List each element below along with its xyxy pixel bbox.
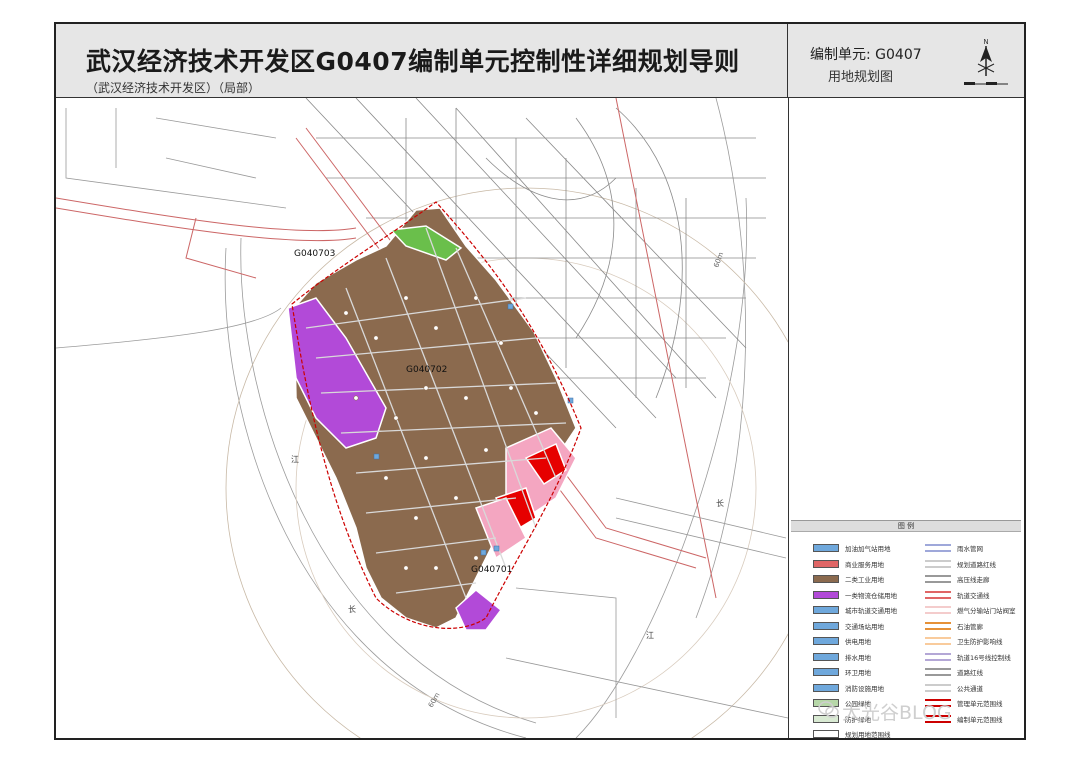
legend-label: 环卫用地 [845,669,871,677]
legend-item: 供电用地 [813,634,911,648]
legend-label: 一类物流仓储用地 [845,591,897,600]
legend-label: 加油加气站用地 [845,545,891,553]
legend-label: 商业服务用地 [845,560,884,569]
legend-swatch [813,575,839,583]
legend-label: 消防设施用地 [845,684,884,693]
legend-label: 城市轨道交通用地 [845,607,897,615]
legend-label: 供电用地 [845,638,871,646]
legend-item: 高压线走廊 [925,572,1023,586]
legend-swatch [813,683,839,692]
river-label: 江 [646,631,654,640]
legend-swatch [925,559,951,568]
legend-item: 消防设施用地 [813,681,911,695]
legend-item: 商业服务用地 [813,557,911,571]
legend-item: 石油管廊 [925,619,1023,633]
road-width-label: 60m [712,251,725,269]
legend-item: 一类物流仓储用地 [813,588,911,602]
legend-item: 燃气分输站门站阀室 [925,603,1023,617]
side-panel: 图 例 加油加气站用地 商业服务用地 二类工业用地一类物流仓储用地 城市轨道交通用地交… [788,98,1024,739]
legend-swatch [925,590,951,599]
legend-item: 雨水管网 [925,541,1023,555]
legend-swatch [813,590,839,599]
unit-label: 编制单元: G0407 [810,47,922,63]
legend-label: 轨道16号线控制线 [957,653,1011,662]
sub-unit-label: G040703 [294,249,335,259]
legend-swatch [925,652,951,661]
legend-label: 卫生防护影响线 [957,638,1003,646]
legend-swatch [925,637,951,645]
compass-letter: N [983,38,988,46]
legend-label: 二类工业用地 [845,576,884,584]
legend-swatch [813,668,839,676]
legend-item: 二类工业用地 [813,572,911,586]
legend-title: 图 例 [791,521,1021,532]
sub-unit-label: G040701 [471,565,512,575]
legend-label: 编制单元范围线 [957,715,1003,724]
legend-item: 加油加气站用地 [813,541,911,555]
land-use-map[interactable]: G040703 G040702 G040701 江 长 长 江 60m 60m [56,98,788,738]
legend-item: 排水用地 [813,650,911,664]
legend-swatch [925,668,951,676]
legend-item: 轨道交通线 [925,588,1023,602]
legend-label: 燃气分输站门站阀室 [957,607,1016,615]
legend-label: 高压线走廊 [957,576,990,584]
legend-item: 交通场站用地 [813,619,911,633]
legend: 图 例 加油加气站用地 商业服务用地 二类工业用地一类物流仓储用地 城市轨道交通用地交… [791,520,1023,739]
watermark: 大光谷BLOG [842,702,952,724]
legend-swatch [813,637,839,645]
legend-item: 城市轨道交通用地 [813,603,911,617]
legend-swatch [813,544,839,552]
legend-swatch [925,683,951,692]
map-frame: 武汉经济技术开发区G0407编制单元控制性详细规划导则 （武汉经济技术开发区）（… [54,22,1026,740]
legend-label: 石油管廊 [957,622,983,631]
river-label: 长 [348,604,356,614]
legend-swatch [813,606,839,614]
legend-label: 规划道路红线 [957,560,996,569]
road-width-label: 60m [427,691,442,709]
legend-item: 道路红线 [925,665,1023,679]
map-name: 用地规划图 [828,70,894,85]
unit-block: 编制单元: G0407 用地规划图 N [788,24,1024,98]
legend-label: 公共通道 [957,684,983,693]
legend-label: 轨道交通线 [957,591,990,600]
legend-item: 规划用地范围线 [813,727,911,741]
legend-swatch [813,621,839,630]
legend-item: 规划道路红线 [925,557,1023,571]
page-title: 武汉经济技术开发区G0407编制单元控制性详细规划导则 [86,47,740,76]
legend-item: 环卫用地 [813,665,911,679]
legend-swatch [925,544,951,552]
sub-unit-label: G040702 [406,365,447,375]
legend-swatch [925,621,951,630]
legend-swatch [925,606,951,614]
legend-label: 交通场站用地 [845,622,884,631]
legend-swatch [925,575,951,583]
river-label: 江 [291,455,299,464]
legend-label: 道路红线 [957,669,983,677]
river-label: 长 [716,498,724,508]
north-arrow-icon: N [964,38,1008,85]
legend-item: 轨道16号线控制线 [925,650,1023,664]
page-subtitle: （武汉经济技术开发区）（局部） [86,81,261,95]
legend-swatch [813,652,839,661]
map-canvas: G040703 G040702 G040701 江 长 长 江 60m 60m [56,98,788,738]
legend-swatch [813,559,839,568]
legend-label: 规划用地范围线 [845,731,891,739]
legend-item: 卫生防护影响线 [925,634,1023,648]
title-block: 武汉经济技术开发区G0407编制单元控制性详细规划导则 （武汉经济技术开发区）（… [56,24,788,98]
legend-label: 雨水管网 [957,545,983,553]
legend-label: 管理单元范围线 [957,700,1003,708]
legend-label: 排水用地 [845,653,871,662]
legend-swatch [813,730,839,738]
wechat-icon [818,701,839,718]
legend-item: 公共通道 [925,681,1023,695]
